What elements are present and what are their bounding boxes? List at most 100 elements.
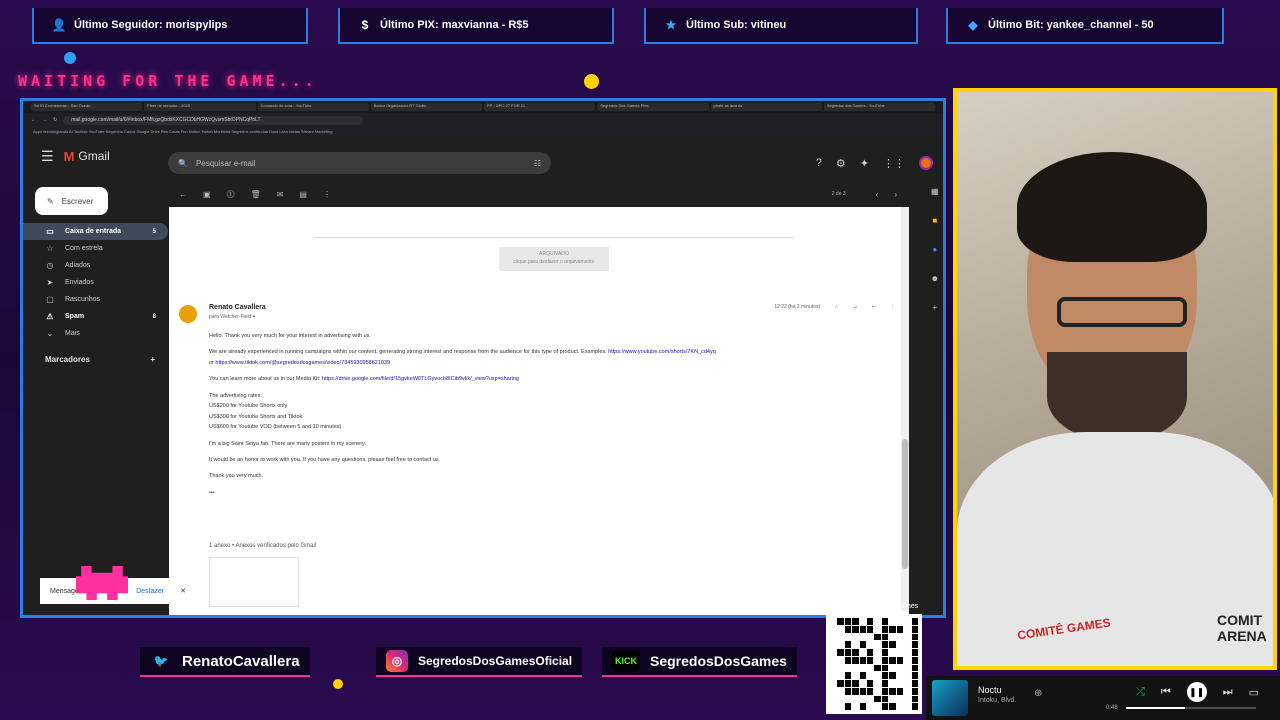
scrollbar-thumb[interactable] bbox=[902, 439, 908, 569]
browser-tab[interactable]: Sr/ El Cromeemap - Sao Ocean bbox=[31, 103, 143, 111]
qr-module bbox=[896, 680, 904, 687]
compose-button[interactable]: ✎ Escrever bbox=[35, 187, 108, 215]
avatar[interactable] bbox=[919, 156, 933, 170]
sender-name: Renato Cavallera bbox=[209, 304, 266, 311]
more-vert-icon[interactable]: ⋮ bbox=[890, 304, 895, 310]
keep-icon[interactable]: ■ bbox=[932, 216, 937, 225]
qr-module bbox=[837, 625, 844, 633]
delete-icon[interactable]: 🗑 bbox=[251, 190, 261, 199]
qr-module bbox=[837, 641, 844, 648]
reply-icon[interactable]: ↩ bbox=[872, 304, 876, 310]
sidebar-item-starred[interactable]: ☆ Com estrela bbox=[23, 240, 168, 257]
show-trimmed-button[interactable]: ••• bbox=[209, 488, 859, 498]
youtube-link[interactable]: https://www.youtube.com/shorts/7KN_cd4yq bbox=[608, 349, 716, 355]
browser-tab[interactable]: pirate as acordo bbox=[710, 103, 822, 111]
undo-button[interactable]: Desfazer bbox=[136, 588, 164, 595]
progress-bar[interactable] bbox=[1126, 707, 1256, 709]
back-arrow-icon[interactable]: ← bbox=[179, 190, 187, 199]
labels-header: Marcadores + bbox=[45, 355, 155, 364]
star-icon[interactable]: ☆ bbox=[834, 304, 838, 310]
sidebar-item-drafts[interactable]: ▢ Rascunhos bbox=[23, 291, 168, 308]
prev-icon[interactable]: ‹ bbox=[876, 190, 879, 199]
qr-module bbox=[874, 633, 881, 641]
qr-module bbox=[830, 618, 837, 625]
sidebar-item-sent[interactable]: ➤ Enviados bbox=[23, 274, 168, 291]
search-input[interactable]: 🔍 Pesquisar e-mail ☷ bbox=[168, 152, 551, 174]
attachment-thumbnail[interactable] bbox=[209, 557, 299, 607]
media-kit-link[interactable]: https://drive.google.com/file/d/15gvkeW0… bbox=[322, 376, 519, 382]
glasses bbox=[1057, 297, 1187, 327]
browser-tab[interactable]: Fiber de senador - 2025 bbox=[144, 103, 256, 111]
qr-module bbox=[830, 656, 837, 664]
lyrics-icon[interactable]: ▭ bbox=[1249, 686, 1259, 699]
body-paragraph: I'm a big Saint Seiya fan. There are man… bbox=[209, 440, 367, 447]
browser-tab[interactable]: Segredos Dos Games Plus bbox=[597, 103, 709, 111]
back-icon[interactable]: ← bbox=[31, 117, 36, 123]
move-to-icon[interactable]: ▤ bbox=[299, 190, 307, 199]
recipient-line[interactable]: para Watcher-Field ▾ bbox=[209, 314, 255, 320]
gmail-m-icon: M bbox=[63, 148, 75, 164]
diamond-icon: ◆ bbox=[968, 18, 978, 32]
scrollbar[interactable] bbox=[901, 207, 909, 611]
mark-unread-icon[interactable]: ✉ bbox=[277, 190, 284, 199]
menu-icon[interactable]: ☰ bbox=[41, 148, 54, 165]
forward-icon[interactable]: → bbox=[42, 117, 47, 123]
webcam-feed: COMITÊ GAMES COMIT ARENA bbox=[953, 88, 1277, 670]
qr-module bbox=[889, 633, 896, 641]
add-label-icon[interactable]: + bbox=[150, 355, 155, 364]
reload-icon[interactable]: ↻ bbox=[53, 117, 57, 123]
browser-tab[interactable]: FP - GPO 27 FOR 21 bbox=[484, 103, 596, 111]
qr-module bbox=[911, 633, 918, 641]
qr-module bbox=[911, 664, 918, 672]
qr-module bbox=[844, 672, 852, 679]
twitter-name: RenatoCavallera bbox=[182, 652, 300, 670]
sidebar-item-more[interactable]: ⌄ Mais bbox=[23, 325, 168, 342]
qr-module bbox=[874, 618, 881, 625]
gmail-logo[interactable]: M Gmail bbox=[64, 149, 110, 164]
browser-tab[interactable]: Banco Organizador RT Globo bbox=[370, 103, 482, 111]
qr-module bbox=[889, 680, 896, 687]
qr-module bbox=[837, 672, 844, 679]
labels-title: Marcadores bbox=[45, 355, 90, 364]
archived-subtitle: clique para desfazer o arquivamento bbox=[513, 259, 595, 265]
emoji-icon[interactable]: ☺ bbox=[853, 304, 858, 310]
shuffle-icon[interactable]: ⤮ bbox=[1136, 686, 1145, 699]
qr-module bbox=[859, 649, 867, 656]
previous-icon[interactable]: ⏮ bbox=[1161, 686, 1171, 699]
archived-notice[interactable]: ARQUIVADO clique para desfazer o arquiva… bbox=[499, 247, 609, 271]
next-icon[interactable]: › bbox=[894, 190, 897, 199]
gear-icon[interactable]: ⚙ bbox=[836, 157, 846, 170]
qr-module bbox=[896, 625, 904, 633]
browser-tab[interactable]: Comando de cara - YouTube bbox=[257, 103, 369, 111]
url-field[interactable]: mail.google.com/mail/u/0/#inbox/FMfcgzQb… bbox=[63, 115, 364, 125]
next-icon[interactable]: ⏭ bbox=[1223, 686, 1233, 699]
contacts-icon[interactable]: ☻ bbox=[931, 274, 939, 283]
report-spam-icon[interactable]: ⓵ bbox=[227, 189, 235, 200]
sidebar-item-spam[interactable]: ⚠ Spam 8 bbox=[23, 308, 168, 325]
more-vert-icon[interactable]: ⋮ bbox=[323, 190, 331, 199]
help-icon[interactable]: ? bbox=[816, 157, 822, 169]
archive-icon[interactable]: ▣ bbox=[203, 190, 211, 199]
qr-module bbox=[904, 664, 911, 672]
tiktok-link[interactable]: https://www.tiktok.com/@segredosdosgames… bbox=[215, 360, 390, 366]
tasks-icon[interactable]: ● bbox=[932, 245, 937, 254]
gemini-icon[interactable]: ✦ bbox=[860, 157, 869, 170]
body-paragraph: It would be an honor to work with you. I… bbox=[209, 456, 441, 463]
close-icon[interactable]: ✕ bbox=[180, 587, 186, 595]
qr-module bbox=[881, 672, 889, 679]
body-greeting: Hello. Thank you very much for your inte… bbox=[209, 333, 371, 339]
player-controls: ⤮ ⏮ ❚❚ ⏭ ▭ bbox=[1136, 682, 1259, 702]
qr-module bbox=[830, 687, 837, 695]
add-icon[interactable]: + bbox=[932, 303, 937, 312]
sidebar-item-snoozed[interactable]: ◷ Adiados bbox=[23, 257, 168, 274]
add-icon[interactable]: ⊕ bbox=[1034, 688, 1042, 699]
apps-grid-icon[interactable]: ⋮⋮ bbox=[883, 157, 905, 170]
browser-tab[interactable]: Segredos dos Games - YouTube bbox=[823, 103, 935, 111]
calendar-icon[interactable]: ▦ bbox=[931, 187, 939, 196]
pause-button[interactable]: ❚❚ bbox=[1186, 682, 1207, 702]
qr-module bbox=[889, 625, 896, 633]
qr-module bbox=[889, 695, 896, 703]
sidebar-item-inbox[interactable]: ▭ Caixa de entrada 5 bbox=[23, 223, 168, 240]
filter-icon[interactable]: ☷ bbox=[534, 159, 541, 168]
bookmarks-bar[interactable]: Apps tecnologiando Ai-Techlab YouTube Se… bbox=[23, 127, 943, 137]
